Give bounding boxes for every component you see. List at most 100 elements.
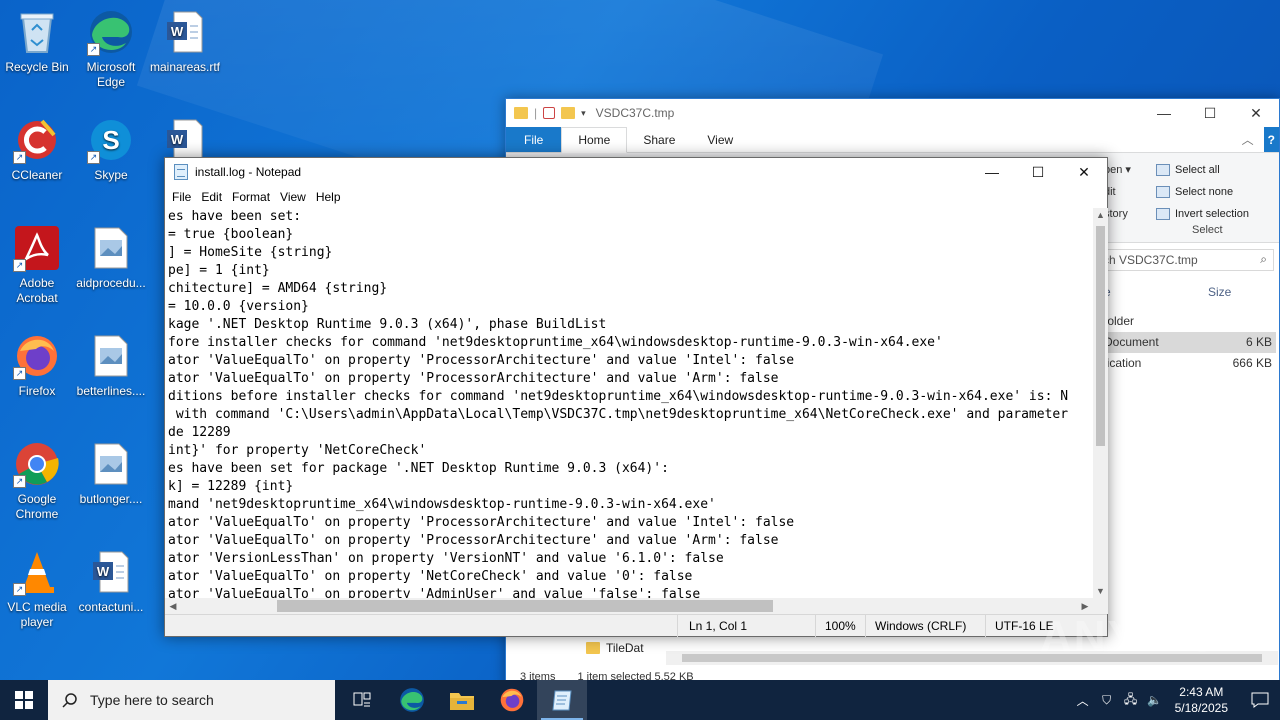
properties-icon[interactable] (543, 107, 556, 119)
nav-item-tiledata[interactable]: TileDat (586, 641, 644, 655)
history-button[interactable]: story (1104, 203, 1131, 225)
image-file-icon (87, 440, 135, 488)
notepad-window: install.log - Notepad — ☐ ✕ File Edit Fo… (164, 157, 1108, 637)
text-line: ator 'ValueEqualTo' on property 'Process… (168, 533, 779, 548)
chevron-down-icon[interactable]: ▾ (581, 108, 586, 119)
tab-view[interactable]: View (691, 127, 749, 152)
shortcut-arrow-icon: ↗ (87, 43, 100, 56)
firefox-icon (500, 688, 524, 712)
desktop-icon-aidprocedu[interactable]: aidprocedu... (74, 224, 148, 291)
desktop-icon-microsoft-edge[interactable]: ↗ Microsoft Edge (74, 8, 148, 90)
cursor-position: Ln 1, Col 1 (689, 619, 748, 633)
minimize-icon[interactable]: — (969, 164, 1015, 181)
taskbar-search-input[interactable]: Type here to search (48, 680, 335, 720)
file-row-selected[interactable]: Document 6 KB (1104, 332, 1276, 353)
file-row[interactable]: folder (1104, 311, 1276, 332)
text-line: pe] = 1 {int} (168, 263, 270, 278)
invert-selection-button[interactable]: Invert selection (1156, 203, 1249, 225)
edge-icon: ↗ (87, 8, 135, 56)
chevron-up-icon[interactable]: ︿ (1071, 692, 1095, 709)
text-line: = true {boolean} (168, 227, 294, 242)
start-button[interactable] (0, 680, 48, 720)
column-header-size[interactable]: Size (1208, 285, 1231, 299)
desktop-icon-firefox[interactable]: ↗ Firefox (0, 332, 74, 399)
firefox-icon: ↗ (13, 332, 61, 380)
svg-text:W: W (171, 132, 184, 147)
scrollbar-thumb[interactable] (1096, 226, 1105, 446)
scrollbar-thumb[interactable] (277, 600, 773, 612)
text-line: chitecture] = AMD64 {string} (168, 281, 388, 296)
new-folder-icon[interactable] (561, 107, 576, 119)
file-row[interactable]: lication 666 KB (1104, 353, 1276, 374)
desktop-icon-ccleaner[interactable]: ↗ CCleaner (0, 116, 74, 183)
text-line: fore installer checks for command 'net9d… (168, 335, 943, 350)
status-separator (677, 615, 678, 637)
open-button[interactable]: pen ▾ (1104, 159, 1131, 181)
text-line: with command 'C:\Users\admin\AppData\Loc… (168, 407, 1069, 422)
notepad-text-area[interactable]: es have been set: = true {boolean}] = Hom… (165, 208, 1093, 598)
text-line: k] = 12289 {int} (168, 479, 294, 494)
svg-text:S: S (102, 125, 119, 155)
shortcut-arrow-icon: ↗ (13, 259, 26, 272)
taskbar-notepad[interactable] (537, 680, 587, 720)
taskbar-firefox[interactable] (487, 680, 537, 720)
file-size: 666 KB (1232, 356, 1272, 370)
chrome-icon: ↗ (13, 440, 61, 488)
search-icon (62, 693, 77, 708)
notification-center-button[interactable] (1240, 692, 1280, 708)
maximize-icon[interactable]: ☐ (1187, 105, 1233, 122)
desktop-icon-vlc[interactable]: ↗ VLC media player (0, 548, 74, 630)
select-all-button[interactable]: Select all (1156, 159, 1249, 181)
menu-view[interactable]: View (275, 190, 311, 204)
menu-format[interactable]: Format (227, 190, 275, 204)
desktop-icon-label: Microsoft Edge (86, 60, 136, 89)
taskbar-edge[interactable] (387, 680, 437, 720)
collapse-ribbon-icon[interactable]: ︿ (1232, 127, 1264, 152)
desktop-icon-butlonger[interactable]: butlonger.... (74, 440, 148, 507)
clock[interactable]: 2:43 AM 5/18/2025 (1175, 684, 1228, 716)
desktop-icon-skype[interactable]: S ↗ Skype (74, 116, 148, 183)
menu-help[interactable]: Help (311, 190, 346, 204)
desktop-icon-label: VLC media player (7, 600, 67, 629)
ribbon-open-group: pen ▾ dit story (1104, 159, 1131, 225)
desktop-icon-adobe-acrobat[interactable]: ↗ Adobe Acrobat (0, 224, 74, 306)
desktop-icon-contactuni[interactable]: W contactuni... (74, 548, 148, 615)
text-line: = 10.0.0 {version} (168, 299, 309, 314)
text-line: de 12289 (168, 425, 231, 440)
task-view-button[interactable] (337, 680, 387, 720)
close-icon[interactable]: ✕ (1233, 105, 1279, 122)
scroll-down-icon[interactable]: ▼ (1093, 586, 1108, 596)
desktop-icon-betterlines[interactable]: betterlines.... (74, 332, 148, 399)
edit-button[interactable]: dit (1104, 181, 1131, 203)
notepad-icon (174, 164, 188, 180)
scroll-up-icon[interactable]: ▲ (1093, 210, 1108, 220)
ccleaner-icon: ↗ (13, 116, 61, 164)
help-icon[interactable]: ? (1263, 127, 1279, 152)
minimize-icon[interactable]: — (1141, 105, 1187, 122)
status-separator (985, 615, 986, 637)
desktop-icon-label: mainareas.rtf (149, 60, 221, 74)
desktop-icon-recycle-bin[interactable]: Recycle Bin (0, 8, 74, 75)
menu-edit[interactable]: Edit (196, 190, 227, 204)
tab-home[interactable]: Home (561, 127, 628, 153)
shortcut-arrow-icon: ↗ (87, 151, 100, 164)
desktop-icon-google-chrome[interactable]: ↗ Google Chrome (0, 440, 74, 522)
notepad-horizontal-scrollbar[interactable]: ◀ ▶ (165, 598, 1093, 614)
security-icon[interactable]: ⛉ (1095, 693, 1119, 708)
desktop-icon-mainareas[interactable]: W mainareas.rtf (148, 8, 222, 75)
tab-share[interactable]: Share (627, 127, 691, 152)
close-icon[interactable]: ✕ (1061, 164, 1107, 181)
desktop-icon-label: Adobe Acrobat (16, 276, 58, 305)
select-none-button[interactable]: Select none (1156, 181, 1249, 203)
explorer-search-input[interactable]: ch VSDC37C.tmp ⌕ (1096, 249, 1274, 271)
volume-icon[interactable]: 🔈 (1143, 693, 1167, 707)
network-icon[interactable]: 🖧 (1119, 690, 1143, 711)
tab-file[interactable]: File (506, 127, 562, 152)
maximize-icon[interactable]: ☐ (1015, 164, 1061, 181)
shortcut-arrow-icon: ↗ (13, 367, 26, 380)
notepad-vertical-scrollbar[interactable]: ▲ ▼ (1093, 208, 1108, 598)
menu-file[interactable]: File (167, 190, 196, 204)
scroll-left-icon[interactable]: ◀ (165, 598, 181, 614)
taskbar-file-explorer[interactable] (437, 680, 487, 720)
clock-time: 2:43 AM (1179, 685, 1224, 699)
